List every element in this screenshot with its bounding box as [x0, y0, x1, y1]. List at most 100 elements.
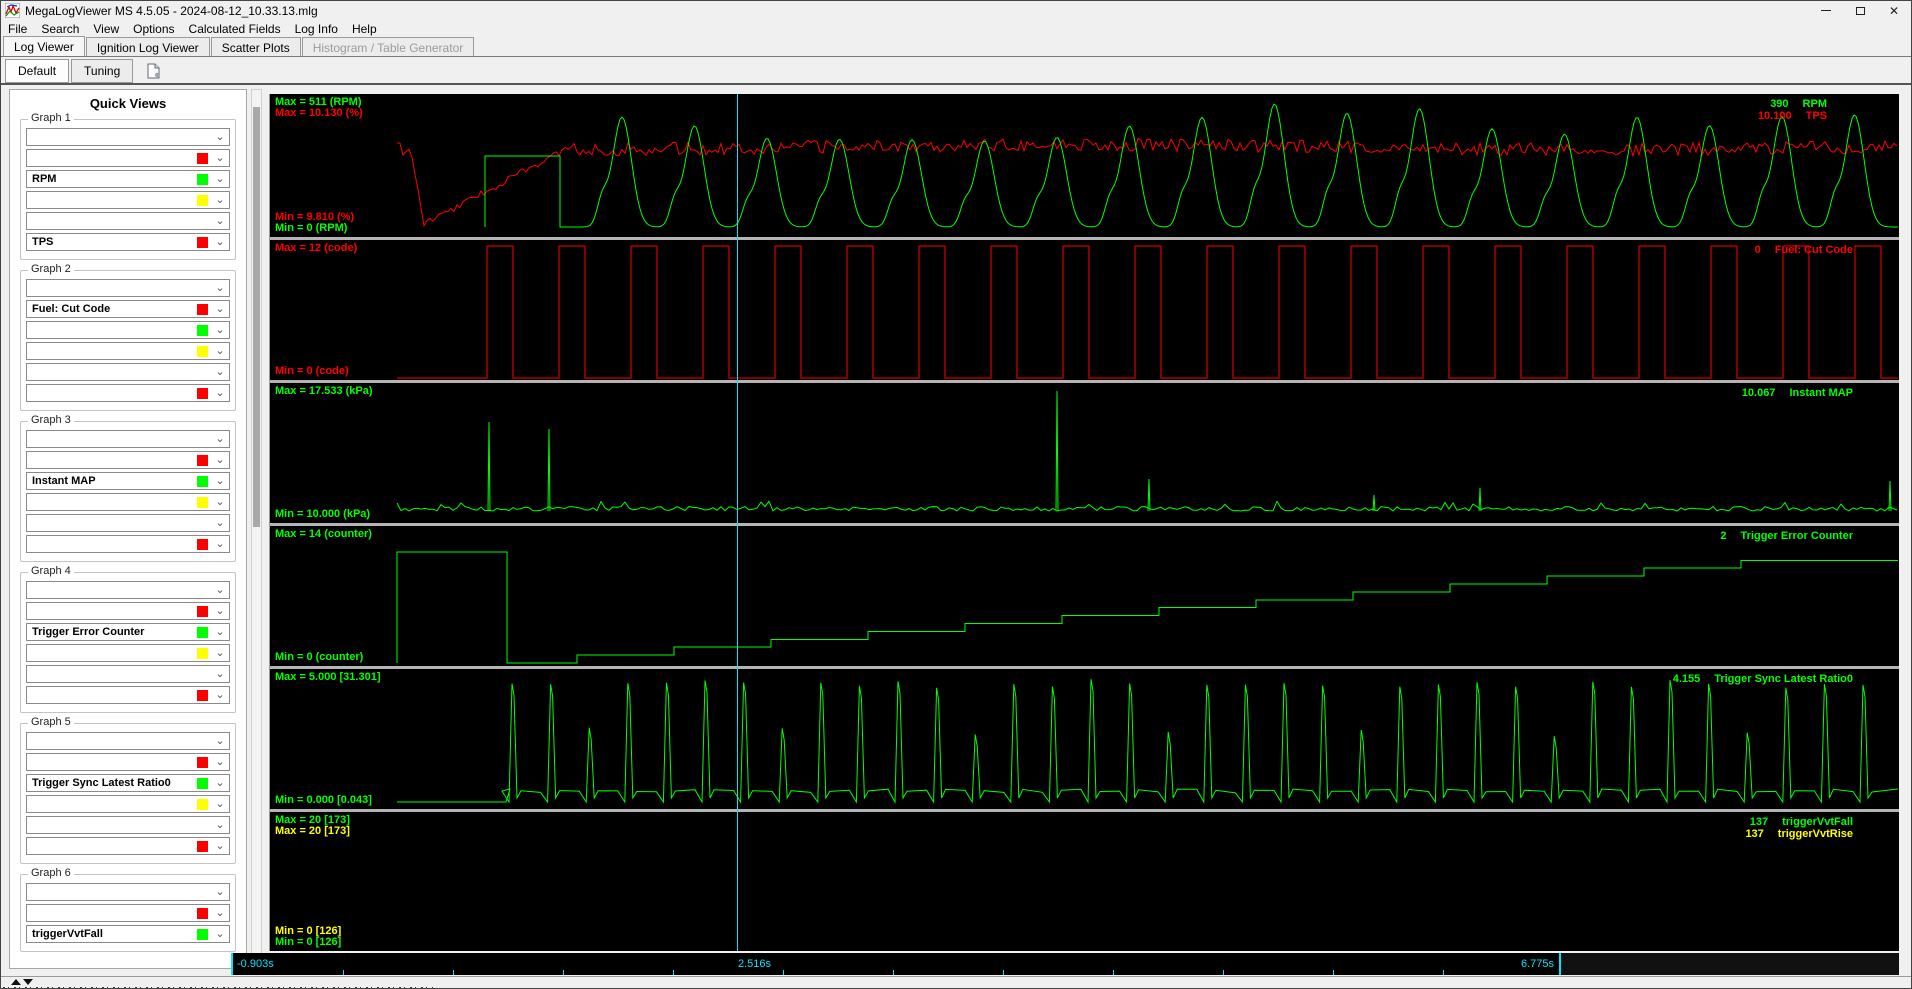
channel-combo[interactable]: ⌄: [26, 665, 230, 683]
channel-combo-instant-map[interactable]: Instant MAP ⌄: [26, 472, 230, 490]
channel-combo[interactable]: ⌄: [26, 837, 230, 855]
channel-combo[interactable]: ⌄: [26, 342, 230, 360]
max-label: Max = 14 (counter): [275, 528, 372, 540]
channel-combo-fuel-cut-code[interactable]: Fuel: Cut Code ⌄: [26, 300, 230, 318]
color-swatch-red[interactable]: [197, 152, 208, 164]
chevron-down-icon: ⌄: [215, 647, 225, 659]
menu-help[interactable]: Help: [345, 21, 384, 37]
color-swatch-yellow[interactable]: [197, 798, 208, 810]
channel-combo[interactable]: ⌄: [26, 212, 230, 230]
color-swatch-green[interactable]: [197, 324, 208, 336]
channel-combo[interactable]: ⌄: [26, 904, 230, 922]
view-tab-tuning[interactable]: Tuning: [71, 58, 134, 83]
tab-histogram-table-generator[interactable]: Histogram / Table Generator: [301, 37, 475, 56]
color-swatch-red[interactable]: [197, 454, 208, 466]
color-swatch-yellow[interactable]: [197, 345, 208, 357]
channel-combo[interactable]: ⌄: [26, 384, 230, 402]
graph-panel-2[interactable]: Max = 12 (code) Min = 0 (code) 0 Fuel: Cut …: [270, 240, 1899, 380]
color-swatch-red[interactable]: [197, 303, 208, 315]
graph-area[interactable]: Max = 511 (RPM) Max = 10.130 (%) Min = 9.8…: [269, 94, 1899, 951]
color-swatch-red[interactable]: [197, 907, 208, 919]
minimize-button[interactable]: [1809, 1, 1843, 20]
cursor-readout-fuel-cut-code: 0 Fuel: Cut Code: [1719, 245, 1853, 256]
channel-combo[interactable]: ⌄: [26, 493, 230, 511]
channel-combo[interactable]: ⌄: [26, 535, 230, 553]
color-swatch-red[interactable]: [197, 605, 208, 617]
timeline-cursor-label: 2.516s: [738, 958, 772, 970]
maximize-button[interactable]: [1843, 1, 1877, 20]
color-swatch-red[interactable]: [197, 538, 208, 550]
chevron-down-icon: ⌄: [215, 668, 225, 680]
scroll-down-icon[interactable]: [23, 979, 33, 985]
readout-value: 137: [1749, 816, 1769, 828]
color-swatch-red[interactable]: [197, 236, 208, 248]
channel-combo[interactable]: ⌄: [26, 644, 230, 662]
channel-combo[interactable]: ⌄: [26, 602, 230, 620]
cursor-readouts: 4.155 Trigger Sync Latest Ratio0: [1658, 674, 1853, 686]
channel-combo-trigger-error-counter[interactable]: Trigger Error Counter ⌄: [26, 623, 230, 641]
channel-combo[interactable]: ⌄: [26, 430, 230, 448]
color-swatch-yellow[interactable]: [197, 647, 208, 659]
tab-ignition-log-viewer[interactable]: Ignition Log Viewer: [85, 37, 210, 56]
menu-calculated-fields[interactable]: Calculated Fields: [182, 21, 288, 37]
channel-combo[interactable]: ⌄: [26, 191, 230, 209]
graph-panel-4[interactable]: Max = 14 (counter) Min = 0 (counter) 2 Trig…: [270, 526, 1899, 666]
channel-combo[interactable]: ⌄: [26, 883, 230, 901]
channel-combo[interactable]: ⌄: [26, 279, 230, 297]
channel-combo[interactable]: ⌄: [26, 686, 230, 704]
color-swatch-yellow[interactable]: [197, 194, 208, 206]
chevron-down-icon: ⌄: [215, 756, 225, 768]
channel-combo[interactable]: ⌄: [26, 753, 230, 771]
sidebar-scrollbar-thumb[interactable]: [253, 107, 260, 527]
menu-log-info[interactable]: Log Info: [288, 21, 345, 37]
channel-combo-triggervvtfall[interactable]: triggerVvtFall ⌄: [26, 925, 230, 943]
color-swatch-green[interactable]: [197, 928, 208, 940]
channel-combo[interactable]: ⌄: [26, 451, 230, 469]
graph-panel-5[interactable]: Max = 5.000 [31.301] Min = 0.000 [0.043] 4…: [270, 669, 1899, 809]
channel-combo-rpm[interactable]: RPM ⌄: [26, 170, 230, 188]
color-swatch-green[interactable]: [197, 626, 208, 638]
channel-combo[interactable]: ⌄: [26, 795, 230, 813]
tab-scatter-plots[interactable]: Scatter Plots: [210, 37, 301, 56]
menu-view[interactable]: View: [86, 21, 126, 37]
color-swatch-green[interactable]: [197, 475, 208, 487]
channel-combo[interactable]: ⌄: [26, 363, 230, 381]
channel-combo[interactable]: ⌄: [26, 732, 230, 750]
color-swatch-green[interactable]: [197, 173, 208, 185]
cursor-readouts: 137 triggerVvtFall 137 triggerVvtRise: [1722, 817, 1853, 841]
tab-log-viewer[interactable]: Log Viewer: [3, 36, 85, 56]
menu-search[interactable]: Search: [34, 21, 86, 37]
channel-combo[interactable]: ⌄: [26, 816, 230, 834]
graph-panel-6[interactable]: Max = 20 [173] Max = 20 [173] Min = 0 [126…: [270, 812, 1899, 951]
new-view-button[interactable]: [143, 61, 163, 81]
color-swatch-green[interactable]: [197, 777, 208, 789]
readout-channel-name: Trigger Sync Latest Ratio0: [1714, 673, 1853, 685]
min-label: Min = 0 (code): [275, 365, 349, 377]
channel-combo[interactable]: ⌄: [26, 321, 230, 339]
chevron-down-icon: ⌄: [215, 173, 225, 185]
channel-combo[interactable]: ⌄: [26, 149, 230, 167]
scroll-up-icon[interactable]: [11, 979, 21, 985]
menu-file[interactable]: File: [1, 21, 34, 37]
color-swatch-red[interactable]: [197, 756, 208, 768]
channel-combo-tps[interactable]: TPS ⌄: [26, 233, 230, 251]
channel-combo[interactable]: ⌄: [26, 128, 230, 146]
color-swatch-yellow[interactable]: [197, 496, 208, 508]
view-tab-default[interactable]: Default: [5, 58, 70, 83]
graph-panel-1[interactable]: Max = 511 (RPM) Max = 10.130 (%) Min = 9.8…: [270, 94, 1899, 237]
sidebar-scroll-spinner[interactable]: [11, 979, 33, 985]
channel-combo[interactable]: ⌄: [26, 581, 230, 599]
cursor-readouts: 390 RPM 10.100 TPS: [1747, 99, 1827, 123]
graph-panel-3[interactable]: Max = 17.533 (kPa) Min = 10.000 (kPa) 10.0…: [270, 383, 1899, 523]
channel-combo-trigger-sync-latest-ratio0[interactable]: Trigger Sync Latest Ratio0 ⌄: [26, 774, 230, 792]
close-button[interactable]: ✕: [1877, 1, 1911, 20]
color-swatch-red[interactable]: [197, 689, 208, 701]
timeline-bar[interactable]: -0.903s 2.516s 6.775s: [231, 953, 1561, 975]
color-swatch-red[interactable]: [197, 840, 208, 852]
channel-combo[interactable]: ⌄: [26, 514, 230, 532]
sidebar-scrollbar[interactable]: [251, 89, 262, 969]
chevron-down-icon: ⌄: [215, 840, 225, 852]
color-swatch-red[interactable]: [197, 387, 208, 399]
menu-options[interactable]: Options: [126, 21, 181, 37]
channel-combo-label: triggerVvtFall: [32, 928, 103, 940]
